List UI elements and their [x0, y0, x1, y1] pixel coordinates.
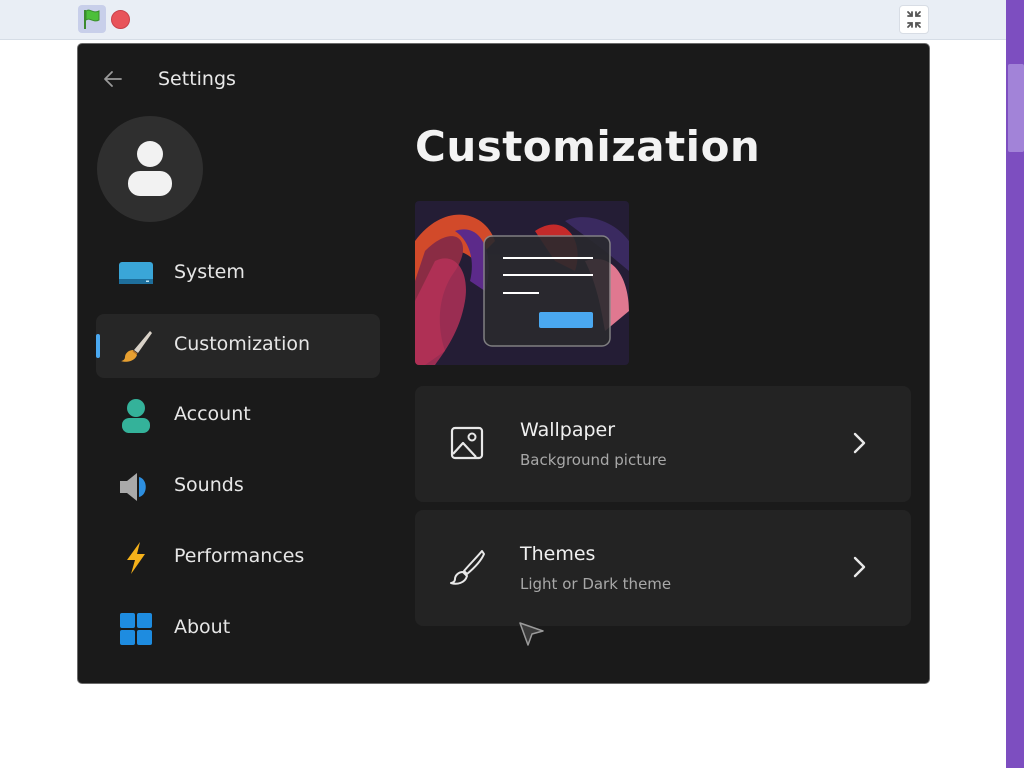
user-avatar-icon: [128, 141, 172, 196]
mouse-cursor-icon: [519, 622, 544, 646]
brush-icon: [450, 550, 485, 585]
sidebar-item-label: System: [174, 261, 245, 283]
sidebar-item-label: Performances: [174, 545, 305, 567]
green-flag-icon: [84, 9, 100, 29]
page-title: Customization: [415, 122, 761, 171]
person-icon: [122, 399, 150, 433]
sidebar-item-customization[interactable]: Customization: [96, 314, 380, 378]
sidebar-item-sounds[interactable]: Sounds: [96, 455, 380, 519]
themes-card[interactable]: Themes Light or Dark theme: [415, 510, 911, 626]
lightning-icon: [127, 542, 145, 574]
app-title: Settings: [158, 68, 236, 90]
sidebar-item-label: About: [174, 616, 231, 638]
sidebar-item-account[interactable]: Account: [96, 384, 380, 448]
avatar[interactable]: [97, 116, 203, 222]
card-title: Wallpaper: [520, 419, 616, 441]
sidebar-item-label: Account: [174, 403, 251, 425]
stop-button[interactable]: [111, 10, 130, 29]
exit-fullscreen-icon: [907, 11, 921, 28]
card-title: Themes: [520, 543, 596, 565]
scrollbar-thumb[interactable]: [1008, 64, 1024, 152]
sidebar-item-system[interactable]: System: [96, 242, 380, 306]
sidebar-item-performances[interactable]: Performances: [96, 526, 380, 590]
card-subtitle: Light or Dark theme: [520, 575, 672, 593]
editor-toolbar: [0, 0, 1006, 40]
active-indicator: [96, 334, 100, 358]
sidebar-item-about[interactable]: About: [96, 597, 380, 661]
image-icon: [450, 426, 484, 460]
green-flag-button[interactable]: [78, 5, 106, 33]
wallpaper-card[interactable]: Wallpaper Background picture: [415, 386, 911, 502]
windows-logo-icon: [120, 613, 152, 645]
speaker-icon: [120, 473, 146, 501]
chevron-right-icon: [853, 432, 866, 454]
sidebar-item-label: Sounds: [174, 474, 244, 496]
settings-window: Settings System Customization Account So…: [77, 43, 930, 684]
sidebar-item-label: Customization: [174, 333, 311, 355]
paintbrush-icon: [121, 331, 152, 362]
chevron-right-icon: [853, 556, 866, 578]
back-arrow-icon[interactable]: [102, 68, 124, 90]
monitor-icon: [119, 262, 153, 284]
card-subtitle: Background picture: [520, 451, 667, 469]
theme-preview-image: [415, 201, 629, 365]
exit-fullscreen-button[interactable]: [899, 5, 929, 34]
